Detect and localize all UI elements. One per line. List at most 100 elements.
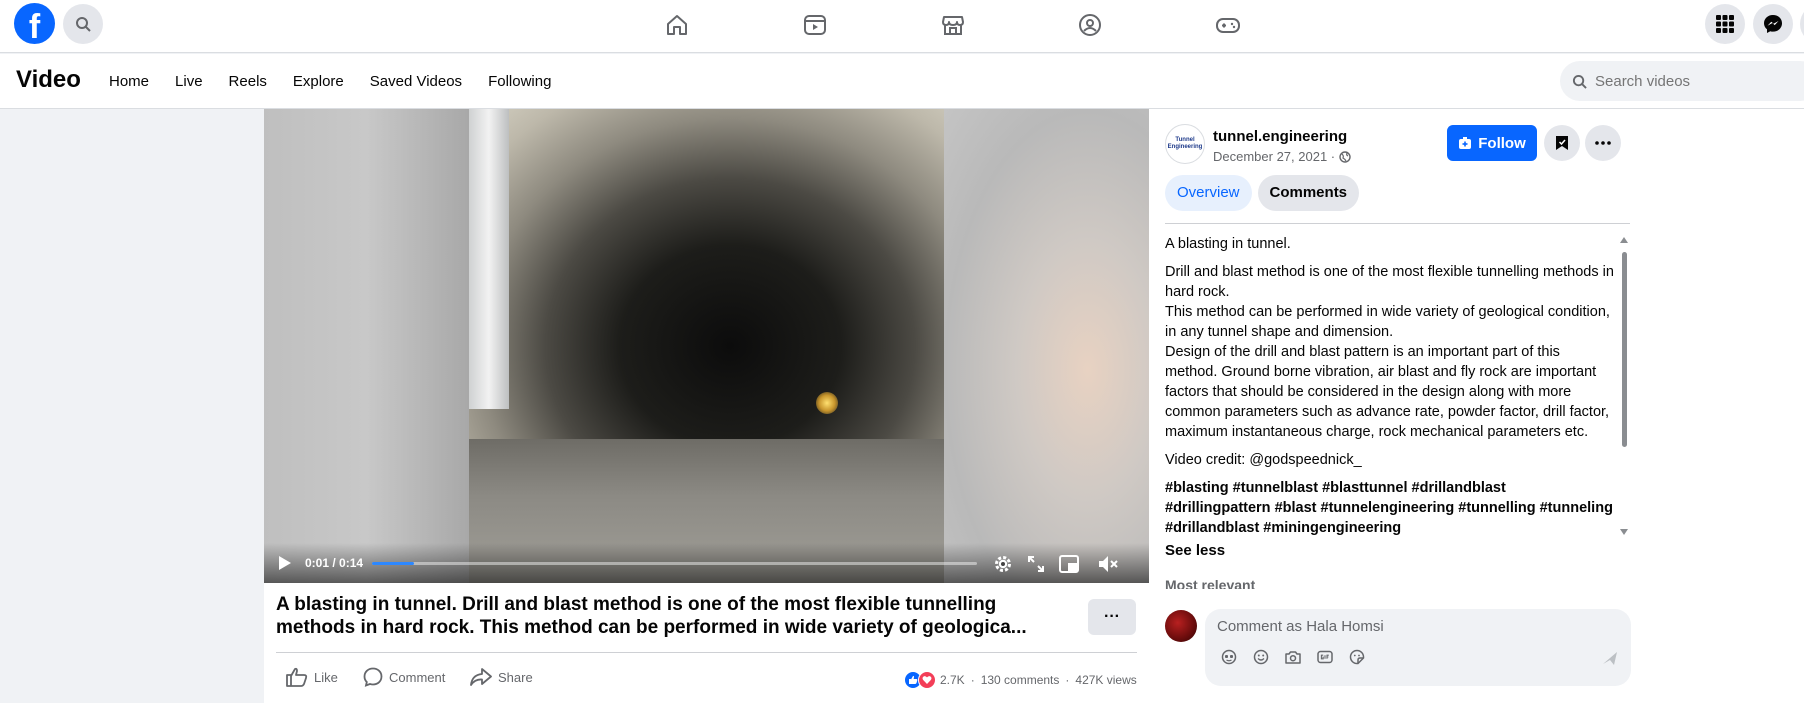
gaming-icon — [1216, 18, 1240, 33]
description-credit: Video credit: @godspeednick_ — [1165, 452, 1362, 468]
menu-button[interactable] — [1705, 4, 1745, 44]
top-navigation-bar: f — [0, 0, 1804, 53]
emoji-button[interactable] — [1251, 647, 1271, 667]
search-icon — [76, 17, 91, 32]
comment-input-placeholder[interactable]: Comment as Hala Homsi — [1217, 618, 1384, 635]
author-avatar[interactable]: Tunnel Engineering — [1165, 124, 1205, 164]
video-time: 0:01 / 0:14 — [305, 556, 364, 570]
fullscreen-button[interactable] — [1025, 553, 1047, 575]
sticker-button[interactable] — [1347, 647, 1367, 667]
post-date: December 27, 2021 · — [1213, 149, 1351, 164]
video-subheader: Video Home Live Reels Explore Saved Vide… — [0, 54, 1804, 109]
tab-home[interactable]: Home — [96, 54, 162, 109]
nav-home[interactable] — [662, 10, 692, 40]
description-paragraph: A blasting in tunnel. — [1165, 236, 1291, 252]
home-icon — [667, 15, 687, 35]
save-video-button[interactable] — [1544, 125, 1580, 161]
search-icon — [1572, 74, 1587, 89]
camera-icon — [1285, 651, 1301, 664]
comment-sort-label: Most relevant — [1165, 577, 1256, 589]
globe-icon — [1339, 150, 1351, 163]
play-icon — [279, 556, 291, 570]
post-more-button[interactable]: ··· — [1088, 599, 1136, 635]
reactions-count[interactable]: 2.7K — [940, 673, 965, 687]
tab-overview[interactable]: Overview — [1165, 175, 1252, 211]
post-title-line-1: A blasting in tunnel. Drill and blast me… — [276, 594, 997, 615]
side-more-button[interactable] — [1585, 125, 1621, 161]
tab-live[interactable]: Live — [162, 54, 216, 109]
send-comment-button[interactable] — [1601, 649, 1619, 667]
post-description: A blasting in tunnel. Drill and blast me… — [1165, 234, 1615, 539]
emoji-icon — [1253, 649, 1269, 665]
expand-icon — [1028, 556, 1044, 572]
scroll-up-arrow-icon[interactable] — [1620, 237, 1628, 245]
search-button[interactable] — [63, 4, 103, 44]
tab-saved-videos[interactable]: Saved Videos — [357, 54, 475, 109]
nav-video[interactable] — [800, 10, 830, 40]
sticker-icon — [1349, 649, 1365, 665]
tab-comments[interactable]: Comments — [1257, 175, 1360, 211]
volume-muted-icon — [1099, 556, 1118, 572]
comment-bubble-icon — [363, 667, 383, 687]
follow-button[interactable]: Follow — [1447, 125, 1537, 161]
side-tabs: Overview Comments — [1165, 175, 1365, 211]
comment-composer[interactable]: Comment as Hala Homsi — [1205, 609, 1631, 686]
facebook-logo[interactable]: f — [14, 3, 55, 44]
nav-gaming[interactable] — [1213, 10, 1243, 40]
more-dots-icon: ··· — [1104, 608, 1120, 625]
comment-button[interactable]: Comment — [363, 667, 445, 687]
share-button[interactable]: Share — [470, 667, 533, 687]
current-user-avatar[interactable] — [1165, 610, 1197, 642]
messenger-button[interactable] — [1753, 4, 1793, 44]
video-icon — [804, 15, 826, 35]
post-side-panel: Tunnel Engineering tunnel.engineering De… — [1149, 109, 1804, 703]
video-tunnel-light — [816, 392, 838, 414]
follow-label: Follow — [1478, 134, 1526, 152]
description-paragraph: Drill and blast method is one of the mos… — [1165, 264, 1614, 300]
post-stats: 2.7K · 130 comments · 427K views — [904, 671, 1137, 689]
scroll-thumb[interactable] — [1622, 252, 1627, 447]
like-button[interactable]: Like — [286, 667, 338, 687]
see-less-link[interactable]: See less — [1165, 542, 1225, 559]
post-date-text[interactable]: December 27, 2021 · — [1213, 149, 1335, 164]
video-blur-left — [264, 109, 469, 583]
stats-separator-1: · — [970, 673, 975, 687]
scroll-down-arrow-icon[interactable] — [1620, 529, 1628, 537]
nav-marketplace[interactable] — [938, 10, 968, 40]
tabs-divider — [1165, 223, 1630, 224]
comments-count[interactable]: 130 comments — [981, 673, 1060, 687]
author-name[interactable]: tunnel.engineering — [1213, 128, 1347, 145]
description-paragraph: Design of the drill and blast pattern is… — [1165, 344, 1610, 440]
mute-button[interactable] — [1097, 553, 1119, 575]
video-progress-bar[interactable] — [372, 562, 977, 565]
post-info-area: A blasting in tunnel. Drill and blast me… — [264, 583, 1149, 703]
settings-button[interactable] — [992, 553, 1014, 575]
grid-menu-icon — [1716, 15, 1734, 33]
views-count: 427K views — [1075, 673, 1137, 687]
tab-explore[interactable]: Explore — [280, 54, 357, 109]
stats-separator-2: · — [1065, 673, 1070, 687]
nav-groups[interactable] — [1075, 10, 1105, 40]
comment-tools — [1219, 647, 1379, 667]
video-controls: 0:01 / 0:14 — [264, 543, 1149, 583]
tab-following[interactable]: Following — [475, 54, 564, 109]
comment-sort-dropdown[interactable]: Most relevant — [1165, 577, 1255, 589]
search-videos-box[interactable] — [1560, 61, 1804, 101]
video-player[interactable]: 0:01 / 0:14 — [264, 109, 1149, 583]
post-title-line-2: methods in hard rock. This method can be… — [276, 617, 1027, 638]
page-title: Video — [16, 66, 81, 93]
gif-button[interactable] — [1315, 647, 1335, 667]
notifications-button[interactable] — [1800, 4, 1804, 44]
tab-reels[interactable]: Reels — [216, 54, 280, 109]
search-videos-input[interactable] — [1595, 72, 1795, 90]
description-scrollbar[interactable] — [1620, 237, 1628, 537]
bookmark-icon — [1556, 136, 1568, 150]
groups-icon — [1079, 14, 1101, 36]
picture-in-picture-button[interactable] — [1058, 553, 1080, 575]
photo-button[interactable] — [1283, 647, 1303, 667]
author-avatar-logo-text: Tunnel Engineering — [1167, 137, 1203, 150]
video-tabs: Home Live Reels Explore Saved Videos Fol… — [96, 54, 564, 109]
avatar-sticker-button[interactable] — [1219, 647, 1239, 667]
description-hashtags[interactable]: #blasting #tunnelblast #blasttunnel #dri… — [1165, 478, 1615, 538]
play-button[interactable] — [276, 554, 294, 572]
